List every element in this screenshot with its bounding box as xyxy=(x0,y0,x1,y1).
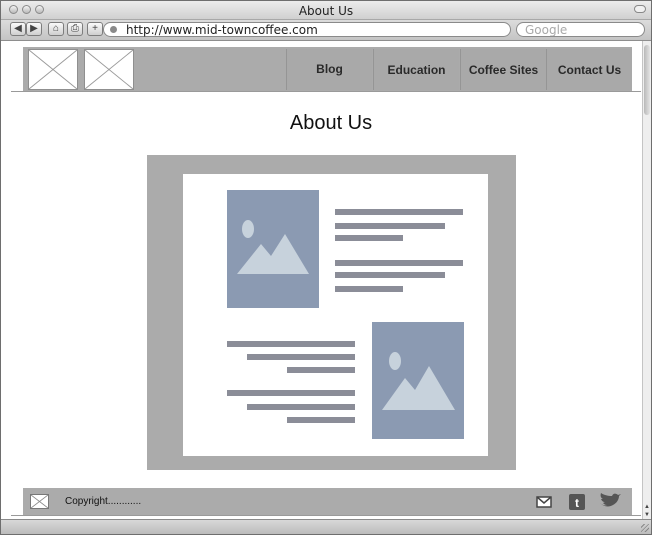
text-line xyxy=(247,354,355,360)
text-line xyxy=(227,341,355,347)
resize-grip-icon[interactable] xyxy=(641,524,649,532)
text-line xyxy=(335,209,463,215)
logo-image-placeholder-icon xyxy=(28,49,78,90)
nav-item-contact-us[interactable]: Contact Us xyxy=(546,49,632,90)
picture-placeholder-icon xyxy=(372,322,464,439)
text-line xyxy=(335,272,445,278)
search-field[interactable] xyxy=(516,22,645,37)
scrollbar-thumb[interactable] xyxy=(644,45,650,115)
forward-arrow-icon: ▶ xyxy=(30,23,38,34)
picture-placeholder-icon xyxy=(227,190,319,308)
text-line xyxy=(227,390,355,396)
site-favicon-icon xyxy=(110,26,117,33)
title-bar[interactable]: About Us xyxy=(1,1,651,20)
window-title: About Us xyxy=(298,4,354,18)
text-line xyxy=(335,223,445,229)
address-url[interactable]: http://www.mid-towncoffee.com xyxy=(126,23,318,37)
text-line xyxy=(335,260,463,266)
browser-toolbar: ◀ ▶ ⌂ ⎙ + http://www.mid-towncoffee.com xyxy=(1,20,651,41)
forward-button[interactable]: ▶ xyxy=(26,22,42,36)
back-button[interactable]: ◀ xyxy=(10,22,26,36)
footer-divider xyxy=(11,515,641,516)
browser-window: About Us ◀ ▶ ⌂ ⎙ + http://www.mid-townco… xyxy=(0,0,652,535)
back-arrow-icon: ◀ xyxy=(14,23,22,34)
copyright-text: Copyright............ xyxy=(65,496,142,507)
text-line xyxy=(335,286,403,292)
text-line xyxy=(335,235,403,241)
status-bar xyxy=(1,519,651,534)
site-footer: Copyright............ t xyxy=(23,488,632,516)
mail-icon[interactable] xyxy=(535,493,553,511)
home-button[interactable]: ⌂ xyxy=(48,22,64,36)
toolbar-toggle-button[interactable] xyxy=(634,5,646,13)
svg-text:t: t xyxy=(575,496,579,510)
site-header: Blog Education Coffee Sites Contact Us xyxy=(23,47,632,92)
address-bar[interactable]: http://www.mid-towncoffee.com xyxy=(103,22,511,37)
content-layout-image xyxy=(183,174,488,456)
tumblr-icon[interactable]: t xyxy=(568,493,586,511)
print-icon: ⎙ xyxy=(71,23,79,34)
text-line xyxy=(287,417,355,423)
logo-image-placeholder-icon xyxy=(84,49,134,90)
scroll-up-button[interactable]: ▲ xyxy=(643,503,651,511)
nav-item-coffee-sites[interactable]: Coffee Sites xyxy=(460,49,546,90)
article-layout-icon xyxy=(227,190,464,439)
home-icon: ⌂ xyxy=(52,23,60,34)
page-title: About Us xyxy=(289,112,373,134)
vertical-scrollbar[interactable]: ▲ ▼ xyxy=(642,41,651,519)
search-input[interactable] xyxy=(525,23,635,36)
header-divider xyxy=(11,91,641,92)
scroll-down-button[interactable]: ▼ xyxy=(643,511,651,519)
page-content: Blog Education Coffee Sites Contact Us A… xyxy=(1,41,642,519)
twitter-bird-icon[interactable] xyxy=(598,493,622,511)
print-button[interactable]: ⎙ xyxy=(67,22,83,36)
footer-logo-placeholder-icon xyxy=(30,494,49,509)
nav-item-blog[interactable]: Blog xyxy=(286,49,372,90)
text-line xyxy=(287,367,355,373)
add-bookmark-button[interactable]: + xyxy=(87,22,103,36)
plus-icon: + xyxy=(92,23,98,34)
hero-image-frame xyxy=(147,155,516,470)
nav-item-education[interactable]: Education xyxy=(373,49,459,90)
text-line xyxy=(247,404,355,410)
